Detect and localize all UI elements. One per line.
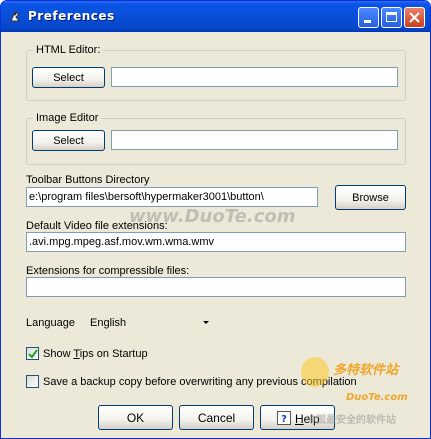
browse-button[interactable]: Browse xyxy=(335,185,406,210)
preferences-window: Preferences HTML Editor: Select Image Ed… xyxy=(0,0,431,439)
help-button[interactable]: ? Help xyxy=(260,405,335,430)
html-editor-field[interactable] xyxy=(111,67,398,87)
show-tips-label-pre: Show xyxy=(43,348,74,360)
show-tips-checkbox[interactable] xyxy=(26,347,39,360)
app-icon xyxy=(10,11,20,22)
image-editor-select-button[interactable]: Select xyxy=(32,130,105,151)
minimize-button[interactable] xyxy=(358,7,379,28)
show-tips-label-post: ips on Startup xyxy=(79,348,148,360)
toolbar-dir-field[interactable]: e:\program files\bersoft\hypermaker3001\… xyxy=(26,187,318,207)
title-bar[interactable]: Preferences xyxy=(1,1,430,32)
help-accelerator: H xyxy=(295,412,304,426)
bottom-watermark-url: DuoTe.com xyxy=(346,392,408,403)
close-button[interactable] xyxy=(404,7,425,28)
toolbar-dir-label: Toolbar Buttons Directory xyxy=(26,174,150,186)
language-label: Language xyxy=(26,317,75,329)
window-title: Preferences xyxy=(28,9,115,23)
help-label-rest: elp xyxy=(303,412,320,426)
svg-text:?: ? xyxy=(281,414,287,425)
maximize-button[interactable] xyxy=(381,7,402,28)
checkmark-icon xyxy=(28,349,38,359)
watermark-logo xyxy=(301,357,329,387)
close-icon xyxy=(409,12,420,23)
image-editor-label: Image Editor xyxy=(33,112,102,124)
language-select[interactable]: English xyxy=(86,313,211,333)
show-tips-label[interactable]: Show Tips on Startup xyxy=(43,348,148,360)
backup-checkbox[interactable] xyxy=(26,375,39,388)
video-ext-field[interactable]: .avi.mpg.mpeg.asf.mov.wm.wma.wmv xyxy=(26,232,406,252)
html-editor-select-button[interactable]: Select xyxy=(32,67,105,88)
compress-ext-field[interactable] xyxy=(26,277,406,297)
maximize-icon xyxy=(386,12,397,22)
compress-ext-label: Extensions for compressible files: xyxy=(26,265,190,277)
chevron-down-icon[interactable] xyxy=(203,321,209,324)
help-label: Help xyxy=(295,412,320,426)
cancel-button[interactable]: Cancel xyxy=(179,405,254,430)
help-icon: ? xyxy=(277,411,291,425)
image-editor-field[interactable] xyxy=(111,130,398,150)
minimize-icon xyxy=(364,20,371,23)
ok-button[interactable]: OK xyxy=(98,405,173,430)
language-selected: English xyxy=(90,317,127,329)
video-ext-label: Default Video file extensions: xyxy=(26,220,168,232)
html-editor-label: HTML Editor: xyxy=(33,44,104,56)
